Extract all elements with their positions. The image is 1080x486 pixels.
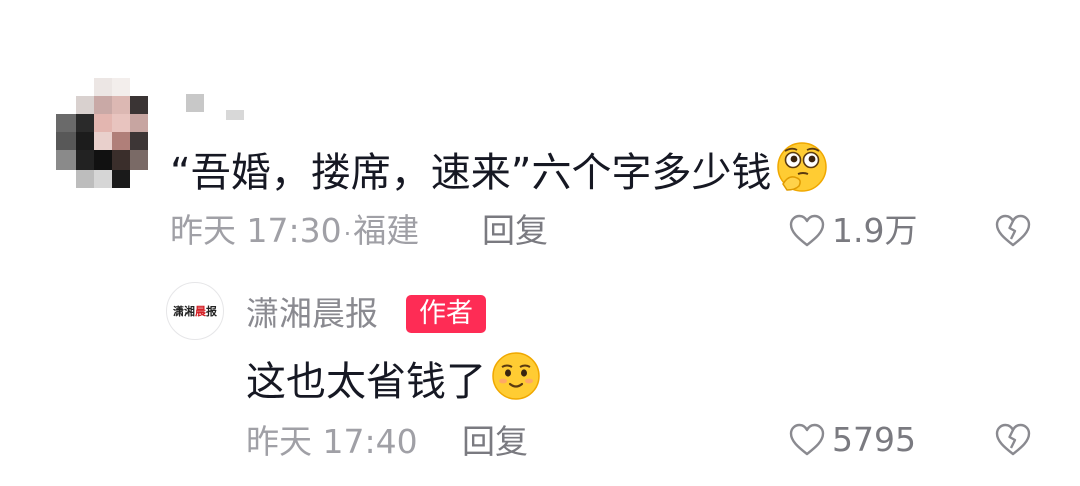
meta-separator: ·	[343, 220, 352, 248]
author-badge: 作者	[406, 295, 486, 333]
heart-icon	[789, 214, 825, 247]
reply-author-avatar[interactable]: 潇湘晨报	[166, 282, 224, 340]
comment-text-content: “吾婚，搂席，速来”六个字多少钱	[170, 150, 772, 196]
avatar-logo-part3: 报	[206, 305, 217, 318]
comment-dislike-button[interactable]	[994, 213, 1032, 253]
comment-reply-button[interactable]: 回复	[482, 211, 548, 251]
comment-like-count: 1.9万	[832, 211, 918, 250]
commenter-avatar[interactable]	[56, 78, 148, 188]
avatar-logo-part1: 潇湘	[173, 305, 195, 318]
commenter-name-redacted[interactable]	[186, 94, 258, 128]
broken-heart-icon	[995, 423, 1031, 456]
reply-like-count: 5795	[832, 420, 916, 459]
reply-time: 昨天 17:40	[246, 422, 418, 461]
reply-text: 这也太省钱了	[246, 350, 542, 414]
heart-icon	[789, 423, 825, 456]
reply-author-name[interactable]: 潇湘晨报	[246, 294, 378, 334]
thinking-face-icon	[775, 140, 829, 206]
comment-time: 昨天 17:30	[170, 211, 342, 250]
comment-like-button[interactable]: 1.9万	[788, 211, 917, 251]
reply-dislike-button[interactable]	[994, 422, 1032, 462]
reply-reply-button[interactable]: 回复	[462, 422, 528, 462]
reply-text-content: 这也太省钱了	[246, 359, 486, 405]
comment-location: 福建	[353, 211, 420, 250]
smug-face-icon	[490, 350, 542, 414]
comment-meta: 昨天 17:30·福建	[170, 211, 419, 254]
broken-heart-icon	[995, 214, 1031, 247]
avatar-logo-part2: 晨	[195, 305, 206, 318]
comment-text: “吾婚，搂席，速来”六个字多少钱	[170, 140, 829, 206]
reply-like-button[interactable]: 5795	[788, 420, 916, 460]
